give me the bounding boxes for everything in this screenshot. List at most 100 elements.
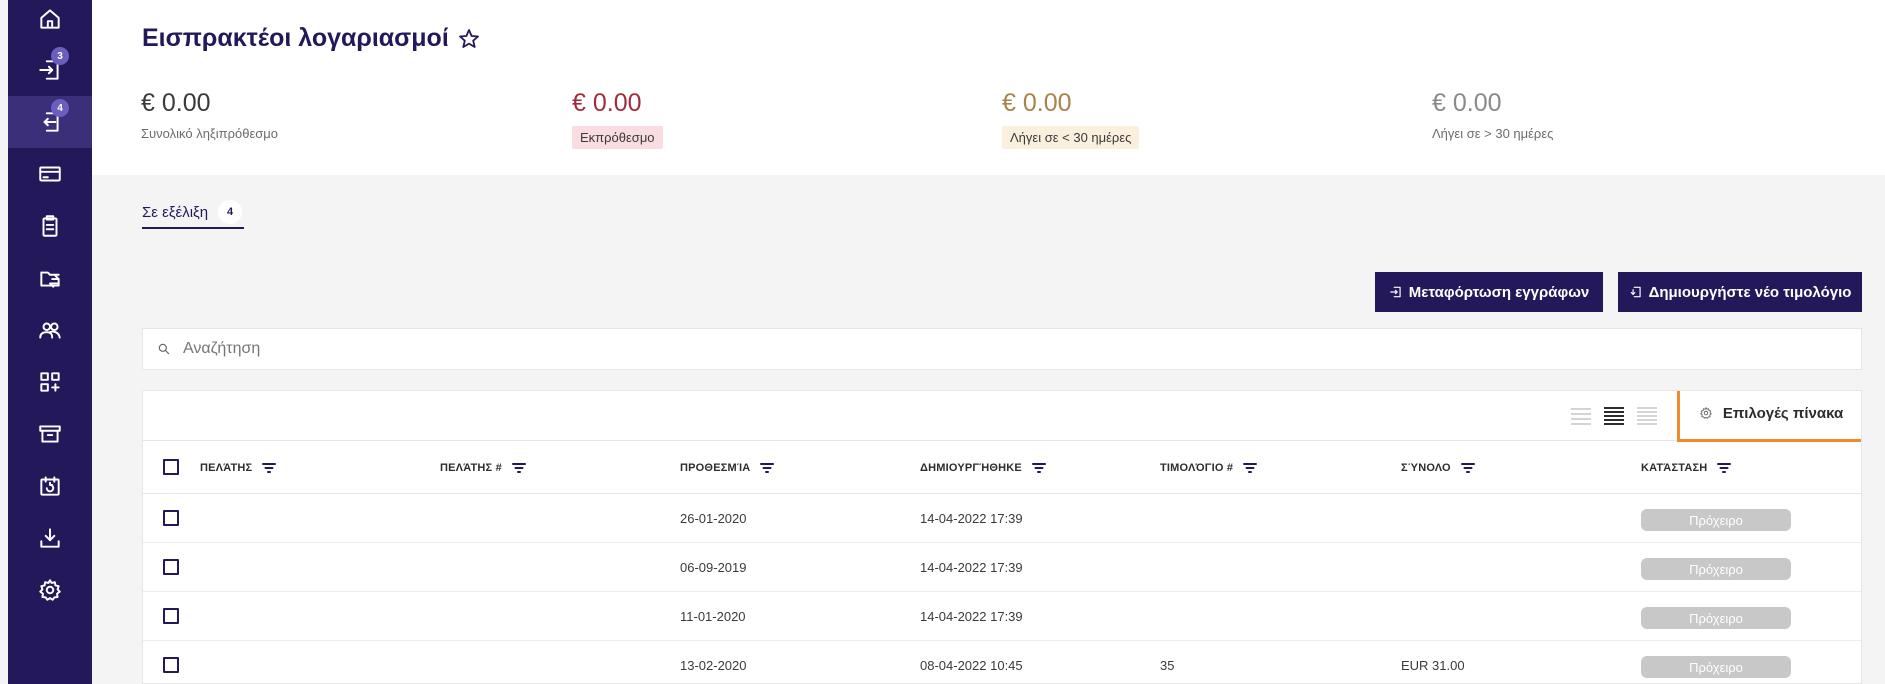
- column-header-label: ΠΕΛΆΤΗΣ: [200, 461, 253, 474]
- column-header-customer-no: ΠΕΛΆΤΗΣ #: [440, 441, 526, 494]
- filter-icon[interactable]: [1717, 462, 1732, 474]
- cell-created: 08-04-2022 10:45: [920, 658, 1023, 673]
- sidebar-item-downloads[interactable]: [8, 512, 92, 564]
- invoices-table: Επιλογές πίνακα ΠΕΛΆΤΗΣ ΠΕΛΆΤΗΣ # ΠΡΟΘΕΣ…: [142, 390, 1862, 684]
- column-header-due-date: ΠΡΟΘΕΣΜΊΑ: [680, 441, 775, 494]
- density-comfortable-icon[interactable]: [1571, 406, 1591, 426]
- archive-icon: [39, 425, 61, 443]
- status-badge: Πρόχειρο: [1641, 558, 1791, 580]
- row-checkbox[interactable]: [163, 510, 179, 526]
- table-row[interactable]: 13-02-2020 08-04-2022 10:45 35 EUR 31.00…: [143, 641, 1861, 683]
- sidebar-item-home[interactable]: [8, 0, 92, 38]
- search-icon: [158, 343, 170, 355]
- credit-card-icon: [39, 166, 61, 182]
- table-options-label: Επιλογές πίνακα: [1722, 404, 1844, 422]
- column-header-label: ΚΑΤΆΣΤΑΣΗ: [1641, 461, 1708, 474]
- sidebar: 3 4: [8, 0, 92, 684]
- tab-in-progress[interactable]: Σε εξέλιξη 4: [142, 197, 245, 229]
- home-icon: [40, 9, 60, 29]
- create-invoice-button[interactable]: Δημιουργήστε νέο τιμολόγιο: [1618, 272, 1862, 312]
- filter-icon[interactable]: [1031, 462, 1046, 474]
- table-row[interactable]: 26-01-2020 14-04-2022 17:39 Πρόχειρο: [143, 494, 1861, 543]
- summary-label: Συνολικό ληξιπρόθεσμο: [141, 126, 279, 141]
- table-row[interactable]: 11-01-2020 14-04-2022 17:39 Πρόχειρο: [143, 592, 1861, 641]
- header-panel: Εισπρακτέοι λογαριασμοί € 0.00 Συνολικό …: [92, 0, 1885, 175]
- filter-icon[interactable]: [760, 462, 775, 474]
- cell-due-date: 06-09-2019: [680, 560, 747, 575]
- cell-due-date: 26-01-2020: [680, 511, 747, 526]
- sidebar-item-incoming[interactable]: 3: [8, 44, 92, 96]
- table-row[interactable]: 06-09-2019 14-04-2022 17:39 Πρόχειρο: [143, 543, 1861, 592]
- search-input[interactable]: [183, 340, 1783, 358]
- row-checkbox[interactable]: [163, 608, 179, 624]
- sidebar-item-transfers[interactable]: [8, 252, 92, 304]
- row-checkbox[interactable]: [163, 559, 179, 575]
- summary-due-soon: € 0.00 Λήγει σε < 30 ημέρες: [1002, 88, 1402, 149]
- column-header-status: ΚΑΤΆΣΤΑΣΗ: [1641, 441, 1732, 494]
- status-badge: Πρόχειρο: [1641, 509, 1791, 531]
- tab-count-badge: 4: [218, 200, 243, 224]
- page-title: Εισπρακτέοι λογαριασμοί: [142, 24, 481, 53]
- upload-documents-label: Μεταφόρτωση εγγράφων: [1408, 283, 1590, 301]
- summary-due-later: € 0.00 Λήγει σε > 30 ημέρες: [1432, 88, 1832, 143]
- density-standard-icon[interactable]: [1604, 406, 1624, 426]
- cell-created: 14-04-2022 17:39: [920, 560, 1023, 575]
- page-title-text: Εισπρακτέοι λογαριασμοί: [142, 24, 449, 52]
- table-options-button[interactable]: Επιλογές πίνακα: [1677, 391, 1861, 442]
- column-header-label: ΠΕΛΆΤΗΣ #: [440, 461, 502, 474]
- summary-label: Λήγει σε > 30 ημέρες: [1432, 126, 1554, 141]
- cell-due-date: 13-02-2020: [680, 658, 747, 673]
- gear-icon: [1699, 406, 1712, 419]
- sidebar-badge: 3: [51, 47, 69, 65]
- summary-late: € 0.00 Εκπρόθεσμο: [572, 88, 972, 149]
- apps-add-icon: [40, 372, 60, 392]
- filter-icon[interactable]: [262, 462, 277, 474]
- summary-total-overdue: € 0.00 Συνολικό ληξιπρόθεσμο: [141, 88, 541, 143]
- users-icon: [39, 322, 61, 339]
- clipboard-icon: [42, 215, 58, 237]
- sidebar-badge: 4: [51, 99, 69, 117]
- sidebar-item-integrations[interactable]: [8, 356, 92, 408]
- filter-icon[interactable]: [1243, 462, 1258, 474]
- sidebar-item-schedule[interactable]: [8, 460, 92, 512]
- column-header-invoice-no: ΤΙΜΟΛΌΓΙΟ #: [1160, 441, 1258, 494]
- summary-amount: € 0.00: [1002, 89, 1072, 117]
- cell-created: 14-04-2022 17:39: [920, 609, 1023, 624]
- sidebar-item-payments[interactable]: [8, 148, 92, 200]
- sidebar-item-archive[interactable]: [8, 408, 92, 460]
- summary-amount: € 0.00: [1432, 89, 1502, 117]
- cell-total: EUR 31.00: [1401, 658, 1465, 673]
- filter-icon[interactable]: [511, 462, 526, 474]
- sidebar-item-receivables[interactable]: 4: [8, 96, 92, 148]
- summary-label: Εκπρόθεσμο: [572, 126, 663, 149]
- calendar-refresh-icon: [40, 476, 60, 496]
- column-header-label: ΠΡΟΘΕΣΜΊΑ: [680, 461, 751, 474]
- select-all-checkbox[interactable]: [163, 459, 179, 475]
- file-new-icon: [1630, 286, 1641, 298]
- file-upload-icon: [1389, 286, 1401, 298]
- sidebar-item-tasks[interactable]: [8, 200, 92, 252]
- upload-documents-button[interactable]: Μεταφόρτωση εγγράφων: [1375, 272, 1603, 312]
- column-header-created: ΔΗΜΙΟΥΡΓΉΘΗΚΕ: [920, 441, 1046, 494]
- download-icon: [40, 528, 60, 548]
- summary-amount: € 0.00: [141, 89, 211, 117]
- table-header: ΠΕΛΆΤΗΣ ΠΕΛΆΤΗΣ # ΠΡΟΘΕΣΜΊΑ ΔΗΜΙΟΥΡΓΉΘΗΚ…: [143, 441, 1861, 494]
- column-header-label: ΣΎΝΟΛΟ: [1401, 461, 1451, 474]
- window-edge: [0, 0, 8, 684]
- folder-transfer-icon: [40, 271, 60, 288]
- cell-due-date: 11-01-2020: [680, 609, 746, 624]
- column-header-label: ΔΗΜΙΟΥΡΓΉΘΗΚΕ: [920, 461, 1022, 474]
- tab-label: Σε εξέλιξη: [142, 203, 209, 221]
- sidebar-item-contacts[interactable]: [8, 304, 92, 356]
- table-toolbar: Επιλογές πίνακα: [143, 391, 1861, 442]
- filter-icon[interactable]: [1460, 462, 1475, 474]
- status-badge: Πρόχειρο: [1641, 607, 1791, 629]
- status-badge: Πρόχειρο: [1641, 656, 1791, 678]
- cell-invoice-no: 35: [1160, 658, 1175, 673]
- column-header-customer: ΠΕΛΆΤΗΣ: [200, 441, 277, 494]
- column-header-label: ΤΙΜΟΛΌΓΙΟ #: [1160, 461, 1234, 474]
- sidebar-item-settings[interactable]: [8, 564, 92, 616]
- star-icon[interactable]: [457, 27, 481, 51]
- row-checkbox[interactable]: [163, 657, 179, 673]
- density-compact-icon[interactable]: [1637, 406, 1657, 426]
